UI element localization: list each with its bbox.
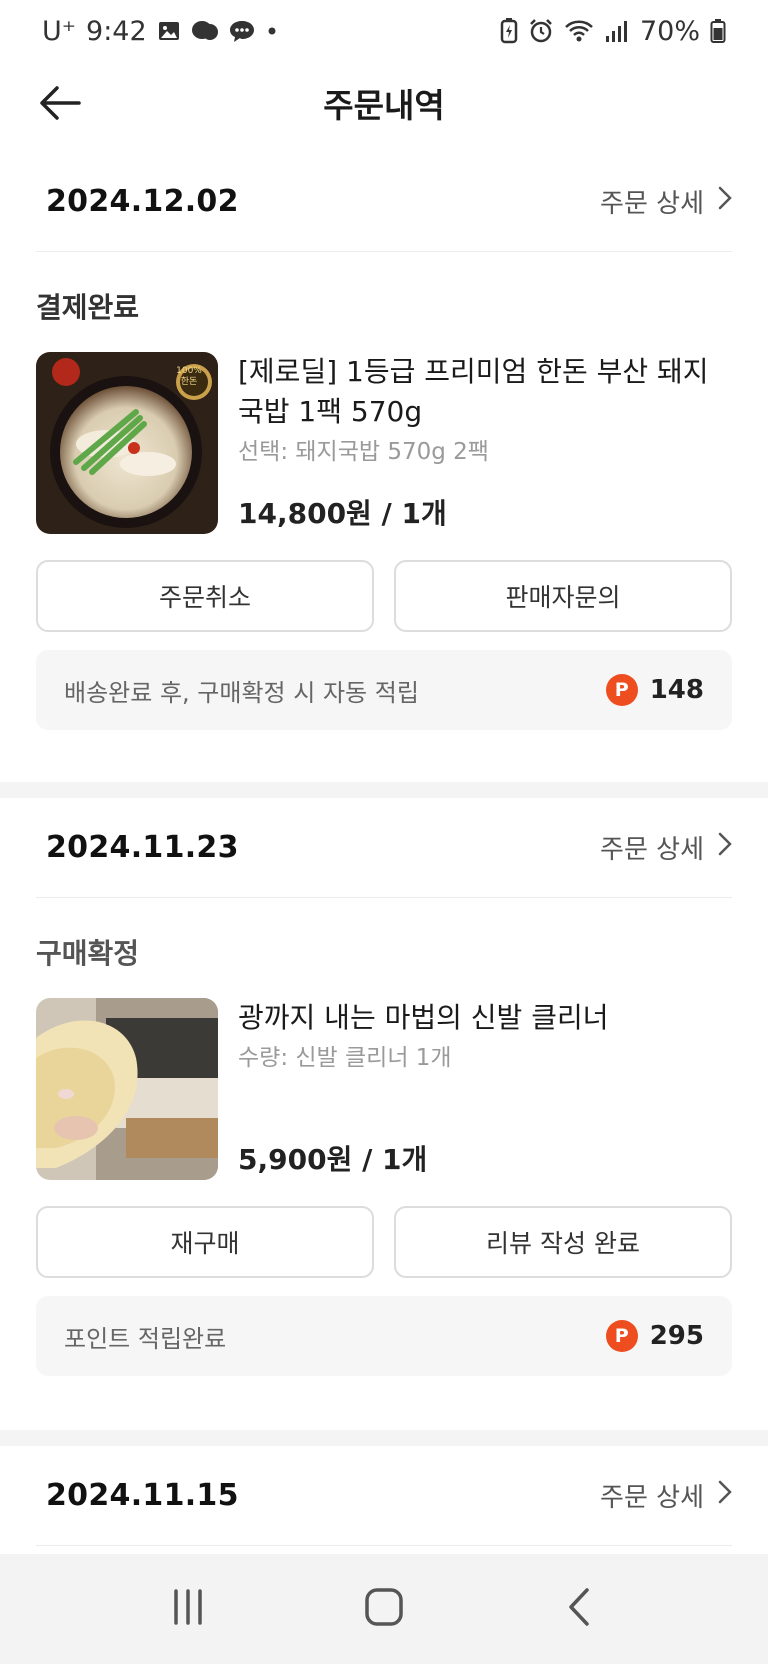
order-card: 2024.11.15 주문 상세	[0, 1446, 768, 1546]
recent-apps-icon	[168, 1587, 208, 1631]
page-title: 주문내역	[323, 86, 445, 125]
order-body: 구매확정 광까지 내는 마법의 신발 클리너 수량: 신발 클리너 1개 5,9…	[0, 934, 768, 1376]
point-info: 포인트 적립완료 P 295	[36, 1296, 732, 1376]
order-body: 결제완료 100% 한돈 [제로딜] 1등급 프리미엄 한돈 부산 돼지국밥 1…	[0, 288, 768, 730]
order-detail-label: 주문 상세	[600, 189, 704, 219]
app-header: 주문내역	[0, 62, 768, 144]
home-button[interactable]	[344, 1579, 424, 1639]
point-badge-icon: P	[605, 674, 638, 706]
order-header: 2024.12.02 주문 상세	[36, 152, 732, 252]
product-option: 선택: 돼지국밥 570g 2팩	[238, 439, 489, 465]
product-price: 5,900원 / 1개	[238, 1143, 428, 1176]
carrier-label: U⁺	[42, 15, 77, 47]
action-buttons: 재구매 리뷰 작성 완료	[36, 1206, 732, 1278]
point-text: 배송완료 후, 구매확정 시 자동 적립	[64, 678, 419, 707]
order-header: 2024.11.23 주문 상세	[36, 798, 732, 898]
product-info: 광까지 내는 마법의 신발 클리너 수량: 신발 클리너 1개 5,900원 /…	[238, 998, 732, 1180]
home-icon	[364, 1587, 404, 1631]
seller-inquiry-button[interactable]: 판매자문의	[394, 560, 732, 632]
order-date: 2024.11.15	[46, 1478, 239, 1513]
order-detail-label: 주문 상세	[600, 835, 704, 865]
battery-percent: 70%	[639, 15, 700, 47]
product-name[interactable]: [제로딜] 1등급 프리미엄 한돈 부산 돼지국밥 1팩 570g	[238, 352, 732, 432]
order-detail-link[interactable]: 주문 상세	[600, 183, 732, 220]
point-badge-icon: P	[605, 1320, 638, 1352]
order-detail-link[interactable]: 주문 상세	[600, 1477, 732, 1514]
product-option: 수량: 신발 클리너 1개	[238, 1045, 452, 1071]
back-icon	[565, 1587, 595, 1631]
order-date: 2024.12.02	[46, 184, 239, 219]
section-divider	[0, 1430, 768, 1446]
status-right: 70%	[500, 16, 726, 47]
order-status: 결제완료	[36, 291, 140, 324]
recent-apps-button[interactable]	[148, 1579, 228, 1639]
point-info: 배송완료 후, 구매확정 시 자동 적립 P 148	[36, 650, 732, 730]
arrow-left-icon	[39, 85, 83, 125]
chevron-right-icon	[718, 186, 732, 217]
product-item[interactable]: 100% 한돈 [제로딜] 1등급 프리미엄 한돈 부산 돼지국밥 1팩 570…	[36, 352, 732, 534]
wifi-icon	[564, 18, 594, 44]
battery-saver-icon	[500, 18, 518, 44]
product-thumbnail[interactable]: 100% 한돈	[36, 352, 218, 534]
gallery-icon	[157, 19, 181, 43]
order-card: 2024.12.02 주문 상세 결제완료 100% 한돈 [제로딜] 1등급 …	[0, 152, 768, 730]
thumb-badge: 100% 한돈	[172, 366, 206, 388]
order-card: 2024.11.23 주문 상세 구매확정 광까지 내는 마법의 신발 클리너 …	[0, 798, 768, 1376]
product-info: [제로딜] 1등급 프리미엄 한돈 부산 돼지국밥 1팩 570g 선택: 돼지…	[238, 352, 732, 534]
signal-icon	[604, 18, 630, 44]
reorder-button[interactable]: 재구매	[36, 1206, 374, 1278]
action-buttons: 주문취소 판매자문의	[36, 560, 732, 632]
point-value: 148	[649, 675, 704, 705]
status-bar: U⁺ 9:42 70%	[0, 0, 768, 62]
cancel-order-button[interactable]: 주문취소	[36, 560, 374, 632]
product-price: 14,800원 / 1개	[238, 497, 447, 530]
battery-icon	[710, 18, 726, 44]
order-detail-label: 주문 상세	[600, 1483, 704, 1513]
dot-icon	[265, 19, 279, 43]
point-text: 포인트 적립완료	[64, 1324, 227, 1353]
chat-bubble-icon	[229, 19, 255, 43]
messenger-icon	[191, 19, 219, 43]
order-detail-link[interactable]: 주문 상세	[600, 829, 732, 866]
section-divider	[0, 782, 768, 798]
alarm-icon	[528, 18, 554, 44]
order-header: 2024.11.15 주문 상세	[36, 1446, 732, 1546]
system-back-button[interactable]	[540, 1579, 620, 1639]
thumb-badge-bottom: 한돈	[180, 377, 198, 387]
product-thumbnail[interactable]	[36, 998, 218, 1180]
chevron-right-icon	[718, 832, 732, 863]
product-item[interactable]: 광까지 내는 마법의 신발 클리너 수량: 신발 클리너 1개 5,900원 /…	[36, 998, 732, 1180]
system-navigation-bar	[0, 1554, 768, 1664]
point-amount: P 295	[605, 1320, 704, 1352]
order-date: 2024.11.23	[46, 830, 239, 865]
thumb-badge-top: 100%	[176, 366, 202, 376]
point-value: 295	[649, 1321, 704, 1351]
order-status: 구매확정	[36, 937, 140, 970]
point-amount: P 148	[605, 674, 704, 706]
review-done-button[interactable]: 리뷰 작성 완료	[394, 1206, 732, 1278]
clock: 9:42	[86, 15, 147, 47]
product-name[interactable]: 광까지 내는 마법의 신발 클리너	[238, 998, 732, 1038]
back-button[interactable]	[36, 80, 86, 130]
chevron-right-icon	[718, 1480, 732, 1511]
status-left: U⁺ 9:42	[42, 16, 279, 47]
